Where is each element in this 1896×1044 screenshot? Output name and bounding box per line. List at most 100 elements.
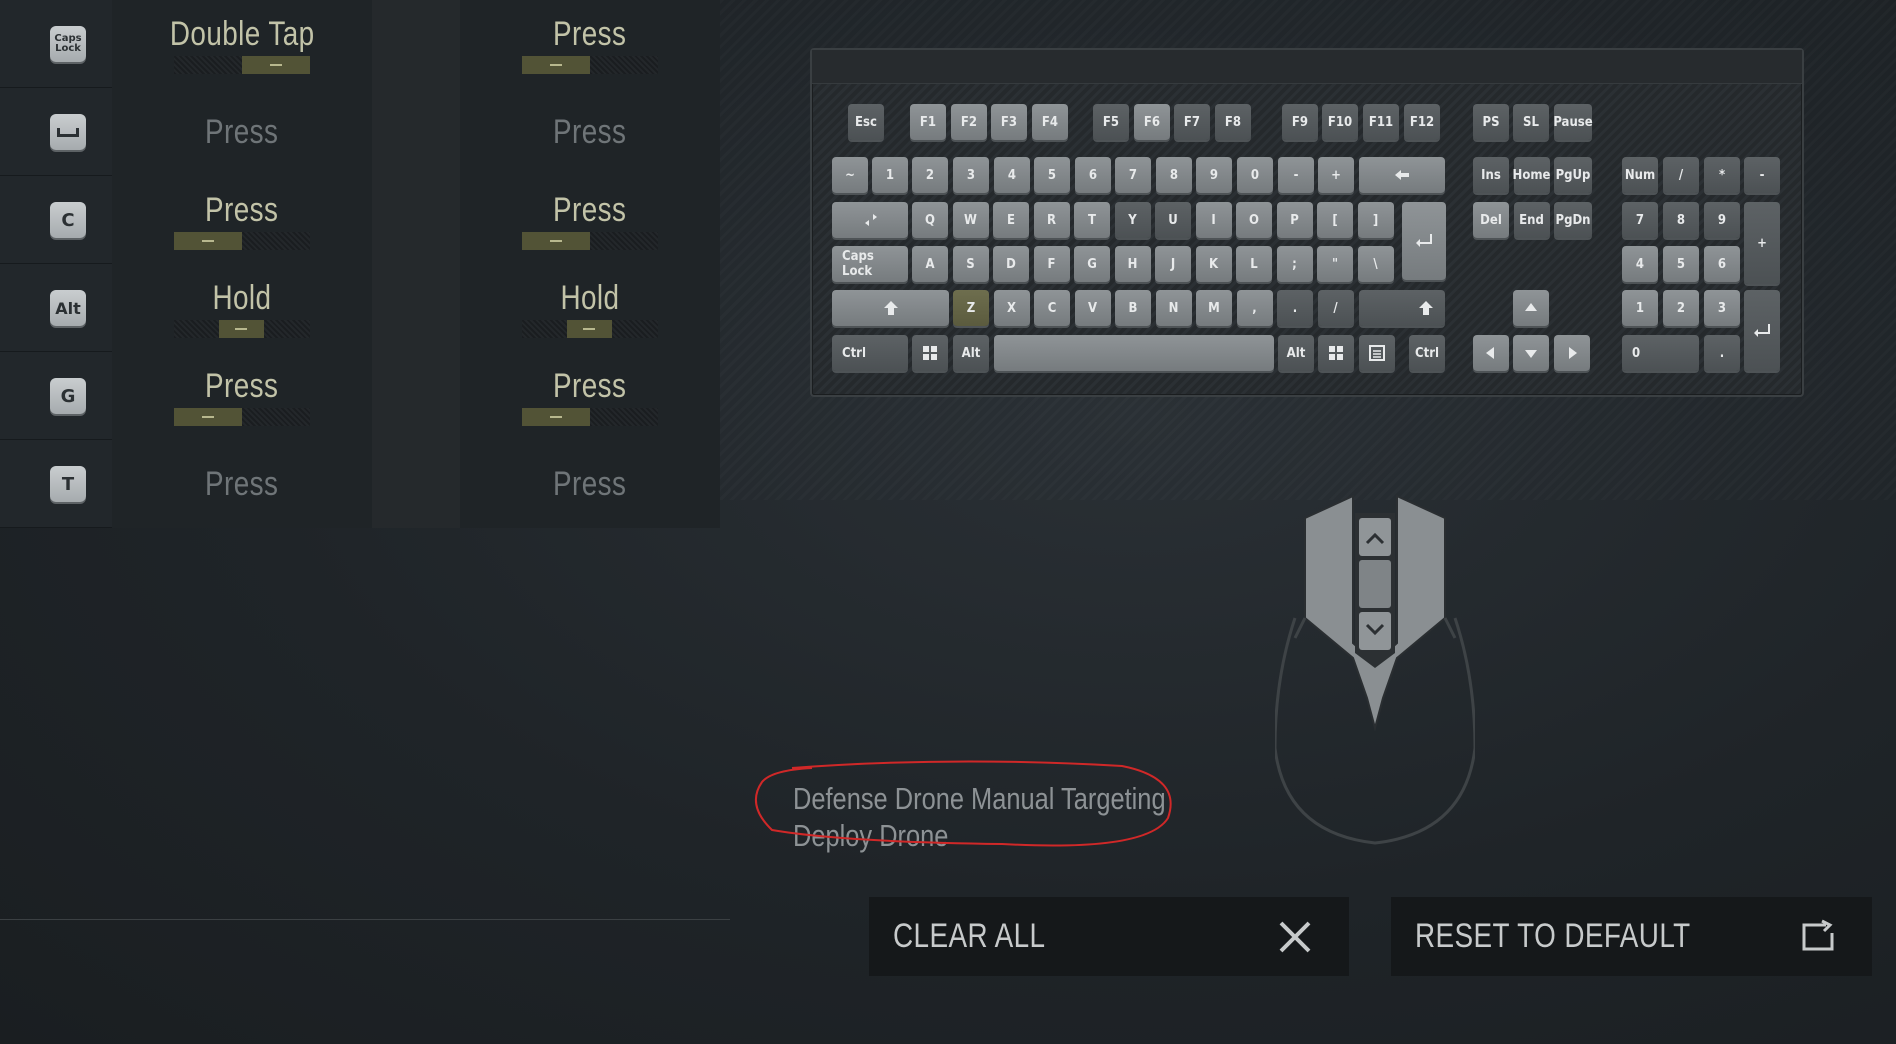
key-5[interactable]: 5 [1034, 157, 1070, 193]
numpad-key-minus[interactable]: - [1744, 157, 1780, 193]
primary-binding-slot[interactable]: Press [112, 88, 372, 176]
binding-row[interactable]: Alt Hold Hold [0, 264, 720, 352]
numpad-key-6[interactable]: 6 [1704, 246, 1740, 282]
key-arrow-right[interactable] [1554, 335, 1590, 371]
key-f5[interactable]: F5 [1093, 104, 1129, 140]
key-f2[interactable]: F2 [951, 104, 987, 140]
hold-duration-meter[interactable] [174, 407, 310, 426]
secondary-binding-slot[interactable]: Hold [460, 264, 720, 352]
clear-all-button[interactable]: CLEAR ALL [869, 897, 1349, 976]
key-6[interactable]: 6 [1075, 157, 1111, 193]
key-e[interactable]: E [993, 202, 1029, 238]
secondary-binding-slot[interactable]: Press [460, 352, 720, 440]
key-backspace[interactable] [1359, 157, 1445, 193]
key-v[interactable]: V [1074, 290, 1111, 326]
numpad-key-5[interactable]: 5 [1663, 246, 1699, 282]
key-f12[interactable]: F12 [1404, 104, 1440, 140]
key-4[interactable]: 4 [994, 157, 1030, 193]
key-s[interactable]: S [952, 246, 989, 282]
key-p[interactable]: P [1276, 202, 1313, 238]
key-q[interactable]: Q [912, 202, 948, 238]
numpad-key-2[interactable]: 2 [1663, 290, 1699, 326]
key-space[interactable] [994, 335, 1274, 371]
reset-to-default-button[interactable]: RESET TO DEFAULT [1391, 897, 1872, 976]
key-pgup[interactable]: PgUp [1554, 157, 1592, 193]
numpad-key-enter[interactable] [1744, 290, 1780, 371]
key--[interactable]: , [1236, 290, 1273, 326]
key-end[interactable]: End [1513, 202, 1550, 238]
key-arrow-up[interactable] [1513, 290, 1549, 326]
binding-row[interactable]: C Press Press [0, 176, 720, 264]
hold-duration-meter[interactable] [522, 231, 658, 250]
key-n[interactable]: N [1155, 290, 1192, 326]
key-right-ctrl[interactable]: Ctrl [1409, 335, 1445, 371]
key--[interactable]: " [1317, 246, 1353, 282]
key-left-ctrl[interactable]: Ctrl [832, 335, 908, 371]
secondary-binding-slot[interactable]: Press [460, 176, 720, 264]
key-arrow-left[interactable] [1473, 335, 1509, 371]
primary-binding-slot[interactable]: Hold [112, 264, 372, 352]
key-2[interactable]: 2 [912, 157, 948, 193]
key-d[interactable]: D [993, 246, 1029, 282]
key-w[interactable]: W [952, 202, 989, 238]
key-left-win[interactable] [912, 335, 948, 371]
key-l[interactable]: L [1236, 246, 1272, 282]
hold-duration-meter[interactable] [522, 407, 658, 426]
numpad-key-0[interactable]: 0 [1622, 335, 1699, 371]
key-9[interactable]: 9 [1196, 157, 1232, 193]
hold-duration-meter[interactable] [174, 319, 310, 338]
numpad-key-8[interactable]: 8 [1663, 202, 1699, 238]
key-i[interactable]: I [1195, 202, 1232, 238]
numpad-key-multiply[interactable]: * [1704, 157, 1740, 193]
key--[interactable]: - [1278, 157, 1314, 193]
primary-binding-slot[interactable]: Double Tap [112, 0, 372, 88]
key-r[interactable]: R [1033, 202, 1070, 238]
key-f8[interactable]: F8 [1215, 104, 1251, 140]
key-ps[interactable]: PS [1473, 104, 1509, 140]
binding-row[interactable]: G Press Press [0, 352, 720, 440]
numpad-key-7[interactable]: 7 [1622, 202, 1658, 238]
key-f1[interactable]: F1 [910, 104, 946, 140]
key-h[interactable]: H [1114, 246, 1151, 282]
primary-binding-slot[interactable]: Press [112, 176, 372, 264]
key-z[interactable]: Z [953, 290, 989, 326]
secondary-binding-slot[interactable]: Press [460, 88, 720, 176]
key-sl[interactable]: SL [1513, 104, 1549, 140]
key-left-alt[interactable]: Alt [953, 335, 989, 371]
key-ins[interactable]: Ins [1473, 157, 1509, 193]
key-right-win[interactable] [1318, 335, 1354, 371]
numpad-key-1[interactable]: 1 [1622, 290, 1658, 326]
key-pause[interactable]: Pause [1553, 104, 1593, 140]
key-left-shift[interactable] [832, 290, 949, 326]
primary-binding-slot[interactable]: Press [112, 352, 372, 440]
key-g[interactable]: G [1074, 246, 1110, 282]
key-a[interactable]: A [912, 246, 948, 282]
key-f[interactable]: F [1033, 246, 1070, 282]
key--[interactable]: \ [1357, 246, 1394, 282]
numpad-key-3[interactable]: 3 [1704, 290, 1740, 326]
key-tab[interactable] [832, 202, 908, 238]
key-arrow-down[interactable] [1513, 335, 1549, 371]
key-enter[interactable] [1402, 202, 1446, 280]
key--[interactable]: [ [1317, 202, 1353, 238]
key-caps-lock[interactable]: Caps Lock [832, 246, 908, 282]
key--[interactable]: / [1317, 290, 1354, 326]
key-t[interactable]: T [1074, 202, 1110, 238]
key-7[interactable]: 7 [1115, 157, 1151, 193]
key-pgdn[interactable]: PgDn [1554, 202, 1592, 238]
binding-row[interactable]: Caps Lock Double Tap Press [0, 0, 720, 88]
numpad-key-plus[interactable]: + [1744, 202, 1780, 284]
hold-duration-meter[interactable] [522, 319, 658, 338]
binding-row[interactable]: Press Press [0, 88, 720, 176]
key-menu[interactable] [1359, 335, 1395, 371]
key-u[interactable]: U [1155, 202, 1191, 238]
numpad-key-9[interactable]: 9 [1704, 202, 1740, 238]
key-o[interactable]: O [1236, 202, 1272, 238]
numpad-key-decimal[interactable]: . [1704, 335, 1740, 371]
key-m[interactable]: M [1196, 290, 1232, 326]
key-f9[interactable]: F9 [1282, 104, 1318, 140]
key-f11[interactable]: F11 [1363, 104, 1399, 140]
key-j[interactable]: J [1155, 246, 1191, 282]
secondary-binding-slot[interactable]: Press [460, 0, 720, 88]
key-f4[interactable]: F4 [1032, 104, 1068, 140]
